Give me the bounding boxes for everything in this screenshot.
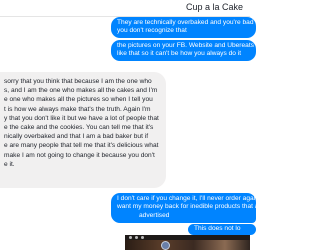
- thumbnail-dot: [135, 236, 138, 239]
- message-line: nically overbaked and that I am a bad ba…: [4, 133, 149, 141]
- conversation-title: Cup a la Cake: [186, 2, 244, 12]
- message-line: advertised: [139, 211, 170, 219]
- message-line: sorry that you think that because I am t…: [4, 78, 152, 85]
- message-line: This does not lo: [194, 225, 241, 232]
- message-line: y that you don't like it but we have a l…: [4, 114, 159, 122]
- thumbnail-toolbar: [125, 235, 250, 240]
- message-line: e one who makes all the pictures so when…: [4, 96, 153, 104]
- message-line: t is how we always make that's the truth…: [4, 105, 151, 113]
- incoming-message: sorry that you think that because I am t…: [0, 72, 166, 188]
- message-line: want my money back for inedible products…: [117, 203, 256, 211]
- message-line: like that so it can't be how you always …: [117, 50, 242, 58]
- outgoing-message-3: I don't care if you change it, I'll neve…: [111, 193, 256, 223]
- message-line: s, and I am the one who makes all the ca…: [4, 87, 158, 95]
- message-line: They are technically overbaked and you'r…: [117, 19, 256, 26]
- message-line: you don't recognize that: [117, 27, 187, 35]
- message-line: e the cake and the cookies. You can tell…: [4, 124, 154, 132]
- play-icon[interactable]: [161, 241, 170, 250]
- video-thumbnail[interactable]: [125, 235, 250, 250]
- thumbnail-dot: [141, 236, 144, 239]
- message-line: e are many people that tell me that it's…: [4, 142, 159, 150]
- thumbnail-dot: [129, 236, 132, 239]
- message-line: e it.: [4, 160, 15, 168]
- message-line: make I am not going to change it because…: [4, 151, 155, 159]
- outgoing-message-2: the pictures on your FB. Website and Ube…: [111, 40, 256, 61]
- message-line: the pictures on your FB. Website and Ube…: [117, 42, 256, 49]
- conversation-header: Cup a la Cake: [0, 0, 250, 17]
- outgoing-message-1: They are technically overbaked and you'r…: [111, 17, 256, 38]
- outgoing-message-4: This does not lo: [188, 224, 256, 235]
- message-line: I don't care if you change it, I'll neve…: [117, 195, 256, 202]
